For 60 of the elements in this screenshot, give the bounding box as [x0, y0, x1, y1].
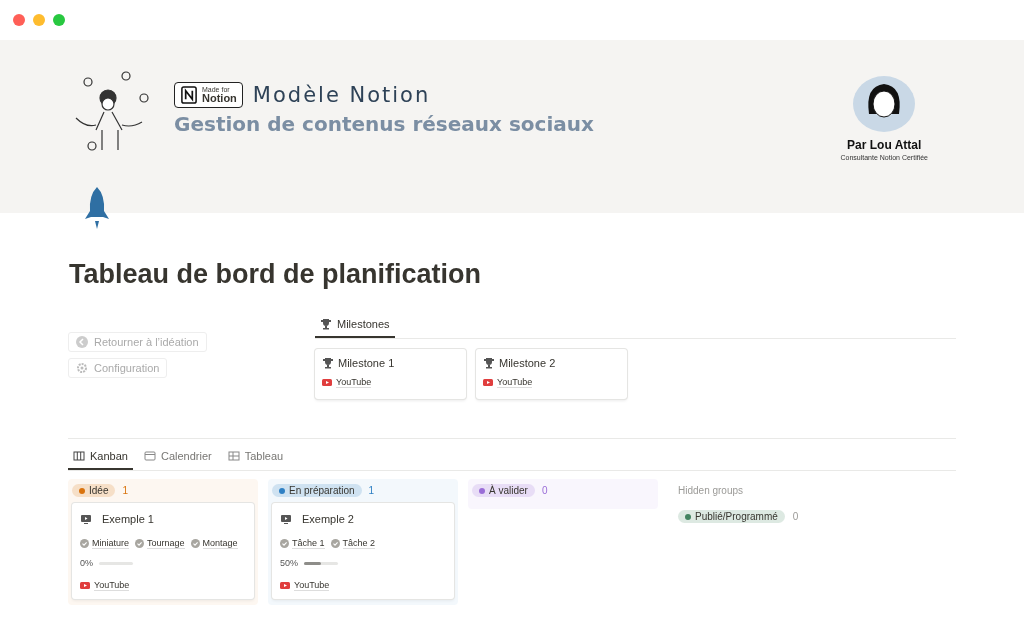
group-count: 0: [792, 511, 799, 522]
card-title: Exemple 2: [302, 513, 354, 525]
status-tag: En préparation: [272, 484, 362, 497]
task-link[interactable]: Tâche 2: [342, 538, 376, 549]
check-circle-icon: [190, 539, 200, 548]
group-count: 0: [541, 485, 548, 496]
group-count: 1: [368, 485, 375, 496]
view-tab[interactable]: Calendrier: [138, 446, 217, 470]
board-card[interactable]: Exemple 2 Tâche 1 Tâche 2 50% YouTube: [272, 503, 454, 599]
settings-icon: [76, 362, 88, 374]
card-title: Milestone 2: [499, 357, 556, 369]
status-tag: À valider: [472, 484, 535, 497]
board-icon: [73, 450, 85, 462]
trophy-icon: [322, 357, 334, 369]
group-count: 1: [122, 485, 129, 496]
task-link[interactable]: Montage: [202, 538, 238, 549]
video-play-icon: [80, 581, 90, 590]
video-play-icon: [322, 378, 332, 387]
check-circle-icon: [80, 539, 89, 548]
window-control[interactable]: [13, 14, 25, 26]
view-tab[interactable]: Milestones: [315, 314, 395, 338]
milestone-card[interactable]: Milestone 1 YouTube: [315, 349, 466, 399]
task-link[interactable]: Miniature: [92, 538, 129, 549]
video-icon: [80, 513, 92, 525]
task-link[interactable]: Tournage: [147, 538, 185, 549]
avatar-drawing: [851, 74, 918, 134]
platform-link[interactable]: YouTube: [497, 377, 533, 388]
badge-label: Notion: [202, 93, 237, 104]
platform-link[interactable]: YouTube: [336, 377, 372, 388]
banner-subtitle: Gestion de contenus réseaux sociaux: [174, 112, 594, 136]
video-icon: [280, 513, 292, 525]
progress-value: 0%: [80, 558, 93, 568]
view-tab[interactable]: Tableau: [222, 446, 289, 470]
card-title: Milestone 1: [338, 357, 395, 369]
table-icon: [227, 450, 240, 462]
check-circle-icon: [330, 539, 340, 548]
banner-title: Modèle Notion: [252, 83, 431, 107]
status-tag: Idée: [72, 484, 116, 497]
milestone-card[interactable]: Milestone 2 YouTube: [476, 349, 627, 399]
task-link[interactable]: Tâche 1: [292, 538, 325, 549]
progress-value: 50%: [280, 558, 298, 568]
platform-link[interactable]: YouTube: [94, 580, 130, 591]
calendar-icon: [143, 450, 156, 462]
video-play-icon: [280, 581, 290, 590]
trophy-icon: [483, 357, 495, 369]
card-title: Exemple 1: [102, 513, 154, 525]
check-circle-icon: [280, 539, 289, 548]
platform-link[interactable]: YouTube: [294, 580, 330, 591]
notion-logo-icon: [180, 85, 198, 105]
page-title: Tableau de bord de planification: [69, 259, 483, 290]
check-circle-icon: [135, 539, 144, 548]
video-play-icon: [483, 378, 493, 387]
window-control[interactable]: [33, 14, 45, 26]
window-control[interactable]: [53, 14, 65, 26]
board-card[interactable]: Exemple 1 Miniature Tournage Montage 0% YouTube: [72, 503, 254, 599]
author-name: Par Lou Attal: [847, 138, 922, 152]
status-tag: Publié/Programmé: [678, 510, 785, 523]
trophy-icon: [320, 318, 332, 330]
view-tab[interactable]: Kanban: [68, 446, 133, 470]
hidden-groups-label: Hidden groups: [678, 485, 745, 496]
